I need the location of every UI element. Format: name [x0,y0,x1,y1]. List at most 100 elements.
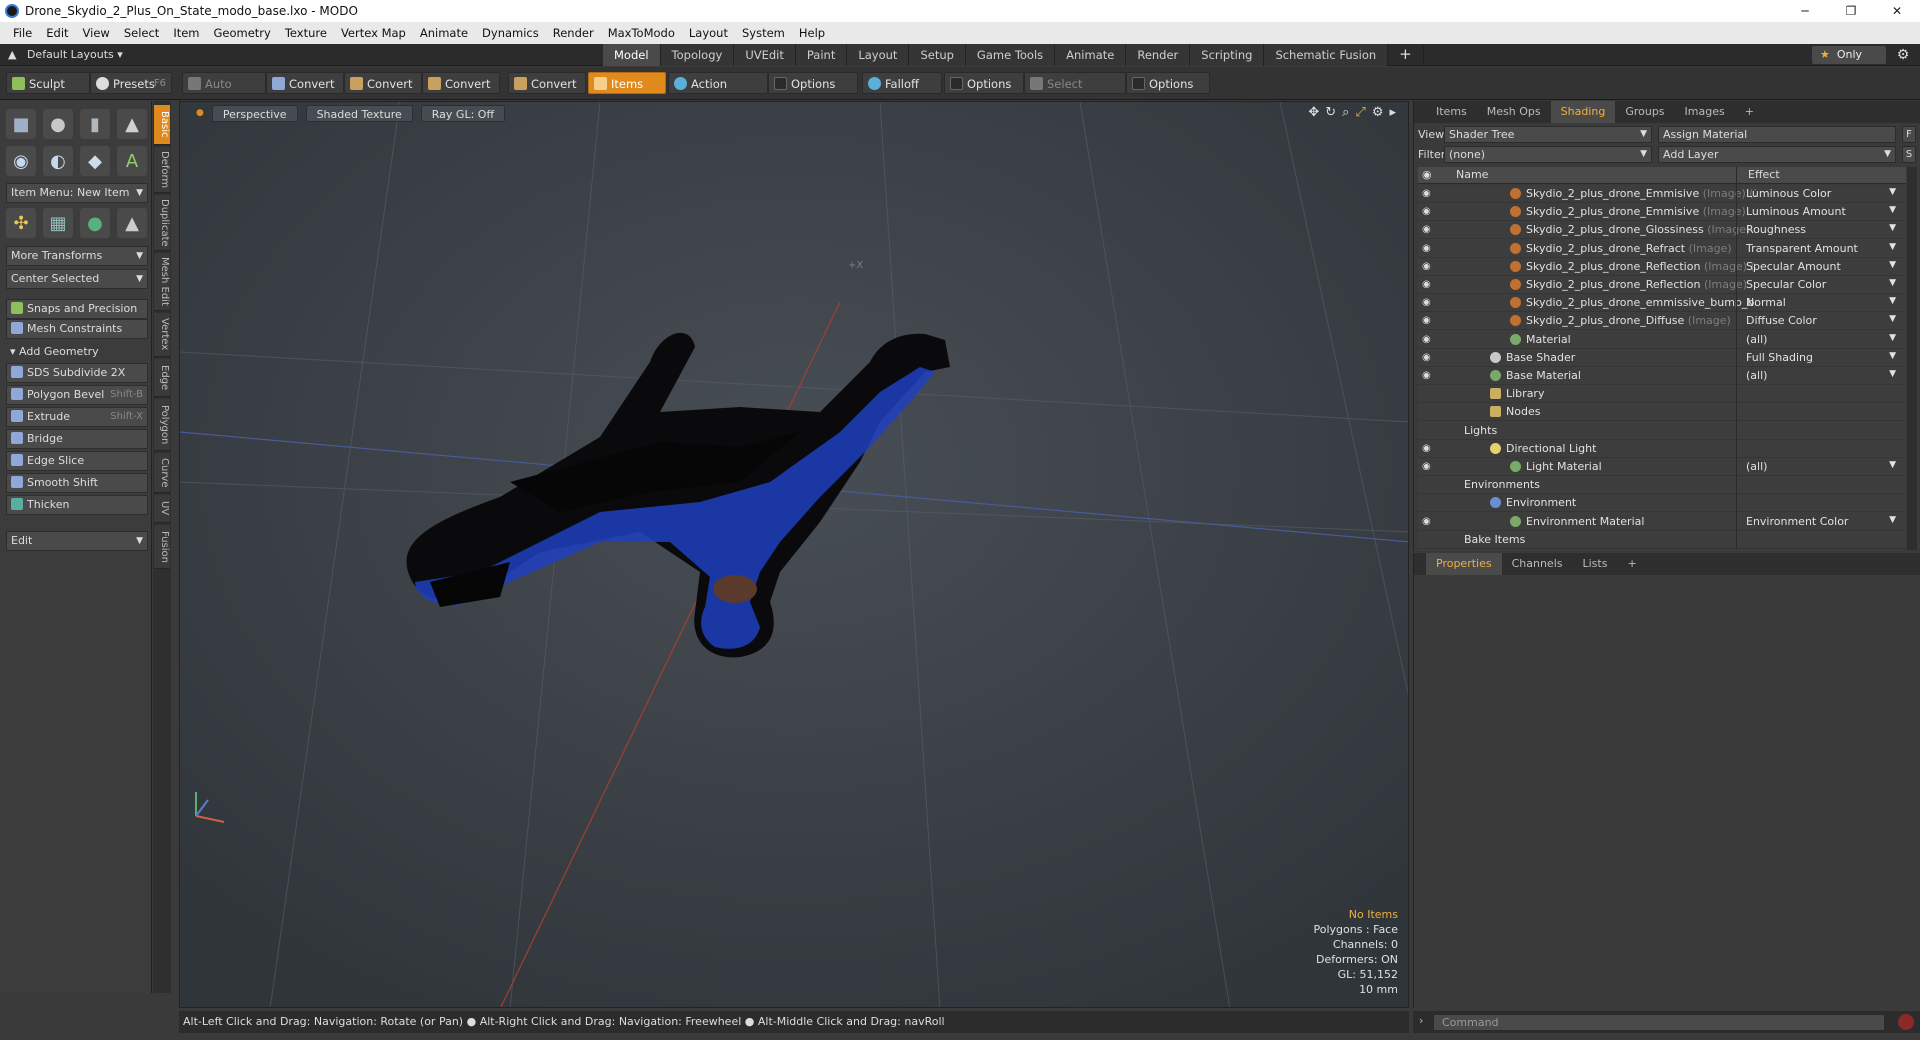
vtab-vertex[interactable]: Vertex [154,313,170,357]
visibility-eye-icon[interactable]: ◉ [1422,206,1431,217]
menu-system[interactable]: System [742,26,785,40]
effect-dropdown[interactable]: Specular Color ▼ [1746,278,1896,291]
convert-button-2[interactable]: Convert [344,72,422,94]
menu-file[interactable]: File [13,26,32,40]
only-toggle-button[interactable]: ★ Only [1812,46,1886,64]
zoom-icon[interactable]: ⌕ [1342,105,1349,120]
tab-layout[interactable]: Layout [847,44,910,66]
visibility-eye-icon[interactable]: ◉ [1422,224,1431,235]
menu-geometry[interactable]: Geometry [214,26,271,40]
convert-button-4[interactable]: Convert [508,72,586,94]
tab-scripting[interactable]: Scripting [1190,44,1265,66]
effect-dropdown[interactable]: (all) ▼ [1746,460,1896,473]
extrude-button[interactable]: Extrude Shift-X [6,407,148,427]
effect-dropdown[interactable]: Specular Amount ▼ [1746,260,1896,273]
visibility-eye-icon[interactable]: ◉ [1422,188,1431,199]
shader-tree-row[interactable]: ◉ Skydio_2_plus_drone_Reflection (Image) … [1418,258,1906,276]
tab-setup[interactable]: Setup [909,44,966,66]
shader-tree-row[interactable]: ◉ Skydio_2_plus_drone_Emmisive (Image) Lum… [1418,203,1906,222]
menu-animate[interactable]: Animate [420,26,468,40]
tab-channels[interactable]: Channels [1502,553,1573,575]
gear-icon[interactable]: ⚙ [1894,46,1912,64]
effect-dropdown[interactable]: Transparent Amount ▼ [1746,242,1896,255]
vtab-basic[interactable]: Basic [154,105,170,145]
close-button[interactable]: ✕ [1874,0,1920,22]
item-menu-dropdown[interactable]: Item Menu: New Item ▼ [6,183,148,203]
convert-button-1[interactable]: Convert [266,72,344,94]
presets-button[interactable]: Presets F6 [90,72,172,94]
vtab-polygon[interactable]: Polygon [154,399,170,451]
cube-icon[interactable]: ■ [6,109,36,139]
shader-tree-row[interactable]: Library [1418,385,1906,404]
effect-dropdown[interactable]: Environment Color ▼ [1746,515,1896,528]
tab-shading[interactable]: Shading [1550,101,1616,123]
visibility-eye-icon[interactable]: ◉ [1422,516,1431,527]
polygon-bevel-button[interactable]: Polygon Bevel Shift-B [6,385,148,405]
items-mode-button[interactable]: Items [588,72,666,94]
effect-dropdown[interactable]: Luminous Amount ▼ [1746,205,1896,218]
command-input[interactable]: Command [1433,1014,1885,1031]
assign-material-button[interactable]: Assign Material [1658,126,1896,143]
menu-help[interactable]: Help [799,26,825,40]
visibility-eye-icon[interactable]: ◉ [1422,297,1431,308]
thicken-button[interactable]: Thicken [6,495,148,515]
visibility-eye-icon[interactable]: ◉ [1422,279,1431,290]
grid-icon[interactable]: ▦ [43,208,73,238]
torus-icon[interactable]: ◉ [6,146,36,176]
add-layer-dropdown[interactable]: Add Layer ▼ [1658,146,1896,163]
sds-subdivide-button[interactable]: SDS Subdivide 2X [6,363,148,383]
options-button-3[interactable]: Options [1126,72,1210,94]
vtab-mesh-edit[interactable]: Mesh Edit [154,253,170,311]
visibility-eye-icon[interactable]: ◉ [1422,443,1431,454]
visibility-eye-icon[interactable]: ◉ [1422,370,1431,381]
tab-game-tools[interactable]: Game Tools [965,44,1056,66]
shader-tree-row[interactable]: ◉ Skydio_2_plus_drone_Glossiness (Image) R… [1418,221,1906,240]
assign-shortcut[interactable]: F [1902,126,1916,143]
vtab-duplicate[interactable]: Duplicate [154,195,170,251]
tab-topology[interactable]: Topology [660,44,735,66]
visibility-eye-icon[interactable]: ◉ [1422,315,1431,326]
vtab-curve[interactable]: Curve [154,453,170,493]
shader-tree-row[interactable]: Environments [1418,476,1906,495]
add-props-tab-button[interactable]: + [1617,553,1646,575]
shader-tree-row[interactable]: ◉ Environment Material Environment Color ▼ [1418,513,1906,531]
menu-maxtomodo[interactable]: MaxToModo [608,26,675,40]
effect-dropdown[interactable]: (all) ▼ [1746,369,1896,382]
options-button-2[interactable]: Options [944,72,1024,94]
shader-tree-row[interactable]: ◉ Material (all) ▼ [1418,331,1906,349]
options-button-1[interactable]: Options [768,72,858,94]
cylinder-icon[interactable]: ▮ [80,109,110,139]
tab-mesh-ops[interactable]: Mesh Ops [1477,101,1551,123]
tab-images[interactable]: Images [1675,101,1735,123]
menu-dynamics[interactable]: Dynamics [482,26,539,40]
tab-properties[interactable]: Properties [1426,553,1502,575]
shader-tree-row[interactable]: Environment [1418,494,1906,513]
vtab-uv[interactable]: UV [154,495,170,523]
shader-tree-row[interactable]: ◉ Light Material (all) ▼ [1418,458,1906,476]
vtab-fusion[interactable]: Fusion [154,525,170,569]
rotate-icon[interactable]: ↻ [1325,105,1336,120]
cone-icon[interactable]: ▲ [117,109,147,139]
visibility-eye-icon[interactable]: ◉ [1422,352,1431,363]
mesh-constraints-button[interactable]: Mesh Constraints [6,319,148,339]
effect-dropdown[interactable]: Diffuse Color ▼ [1746,314,1896,327]
snaps-precision-button[interactable]: Snaps and Precision [6,299,148,319]
edit-dropdown[interactable]: Edit ▼ [6,531,148,551]
transform-icon[interactable]: ✣ [6,208,36,238]
menu-vertex-map[interactable]: Vertex Map [341,26,406,40]
column-name[interactable]: Name [1456,168,1488,181]
filter-dropdown[interactable]: (none) ▼ [1444,146,1652,163]
tab-render[interactable]: Render [1126,44,1191,66]
convert-button-3[interactable]: Convert [422,72,500,94]
visibility-eye-icon[interactable]: ◉ [1422,334,1431,345]
menu-layout[interactable]: Layout [689,26,728,40]
edge-slice-button[interactable]: Edge Slice [6,451,148,471]
menu-item[interactable]: Item [173,26,199,40]
effect-dropdown[interactable]: Roughness ▼ [1746,223,1896,236]
visibility-eye-icon[interactable]: ◉ [1422,261,1431,272]
tab-schematic-fusion[interactable]: Schematic Fusion [1264,44,1389,66]
sphere-icon[interactable]: ● [43,109,73,139]
default-layouts-dropdown[interactable]: ▲ Default Layouts ▾ [8,48,168,61]
effect-dropdown[interactable]: Luminous Color ▼ [1746,187,1896,200]
shader-tree-row[interactable]: ◉ Base Shader Full Shading ▼ [1418,349,1906,367]
